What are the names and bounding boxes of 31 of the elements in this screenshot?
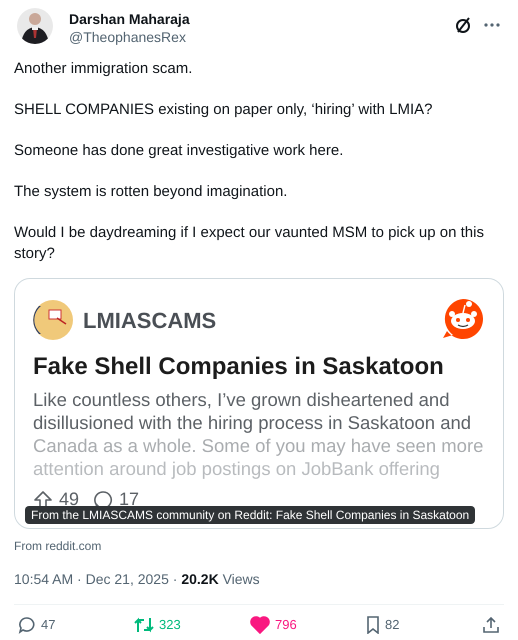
tweet-paragraph: The system is rotten beyond imagination.: [14, 182, 288, 202]
post-timestamp[interactable]: 10:54 AM · Dec 21, 2025 ·: [14, 569, 182, 590]
community-icon: [33, 300, 73, 340]
reply-button[interactable]: 47: [18, 615, 98, 635]
tweet-paragraph: SHELL COMPANIES existing on paper only, ‘hiring’ with LMIA?: [14, 100, 434, 120]
post-excerpt: attention around job postings on JobBank offering: [33, 457, 441, 480]
community-name: LMIASCAMS: [83, 306, 216, 334]
bookmark-icon: [366, 616, 380, 634]
repost-icon: [134, 616, 154, 634]
views-label: Views: [222, 570, 260, 589]
slashed-circle-icon[interactable]: [454, 16, 472, 34]
speech-bubble-icon: [18, 616, 36, 634]
link-tooltip: From the LMIASCAMS community on Reddit: Fake Shell Companies in Saskatoon: [25, 506, 476, 524]
share-icon: [482, 616, 500, 634]
post-excerpt: Canada as a whole. Some of you may have seen more: [33, 434, 484, 457]
share-button[interactable]: [482, 616, 500, 634]
post-title: Fake Shell Companies in Saskatoon: [33, 352, 445, 382]
views-count: 20.2K: [181, 570, 219, 589]
bookmark-button[interactable]: 82: [366, 615, 446, 635]
author-name[interactable]: Darshan Maharaja: [69, 10, 190, 28]
mascot-logo-icon: [441, 297, 485, 339]
post-excerpt: Like countless others, I’ve grown disheartened and disillusioned with the hiring process in Saskatoon and: [33, 388, 472, 434]
link-card[interactable]: [14, 278, 504, 529]
tweet-paragraph: Someone has done great investigative work here.: [14, 141, 344, 161]
author-handle[interactable]: @TheophanesRex: [69, 28, 190, 46]
source-link[interactable]: From reddit.com: [14, 537, 102, 555]
like-button[interactable]: 796: [250, 615, 330, 635]
more-icon[interactable]: [484, 23, 500, 27]
tweet-paragraph: Would I be daydreaming if I expect our vaunted MSM to pick up on this story?: [14, 223, 485, 264]
heart-icon: [250, 616, 270, 634]
tweet-paragraph: Another immigration scam.: [14, 59, 194, 79]
